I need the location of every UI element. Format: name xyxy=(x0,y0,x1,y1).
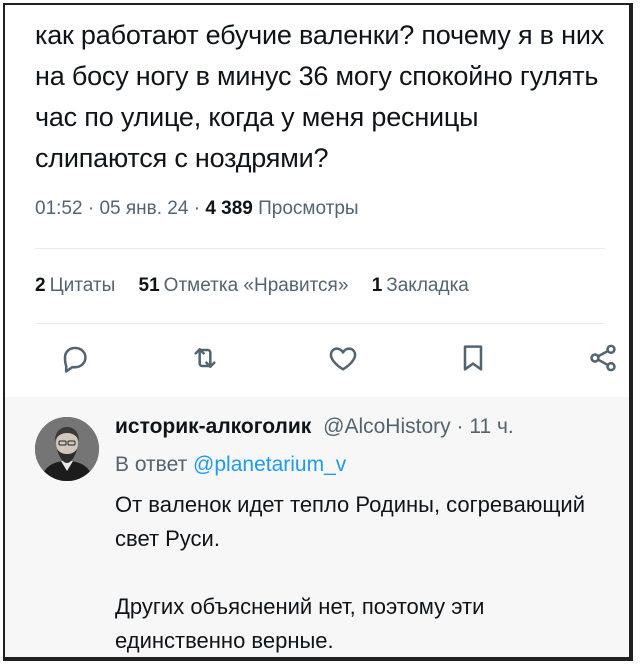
quotes-count: 2 xyxy=(35,275,46,296)
reply-paragraph: Других объяснений нет, поэтому эти единс… xyxy=(115,594,485,653)
share-icon xyxy=(590,344,616,372)
bookmarks-stat[interactable]: 1 Закладка xyxy=(372,275,469,296)
author-portrait-icon xyxy=(35,417,99,481)
reply-to-handle[interactable]: @planetarium_v xyxy=(193,453,346,476)
retweet-button[interactable] xyxy=(189,342,225,378)
bookmark-button[interactable] xyxy=(457,342,493,378)
reply-paragraph: От валенок идет тепло Родины, согревающи… xyxy=(115,492,586,551)
tweet-screenshot-frame: как работают ебучие валенки? почему я в … xyxy=(3,3,633,661)
meta-separator: · xyxy=(87,198,95,219)
tweet-time[interactable]: 01:52 xyxy=(35,198,83,219)
author-name[interactable]: историк-алкоголик xyxy=(115,415,311,438)
author-handle[interactable]: @AlcoHistory xyxy=(323,415,451,438)
share-button[interactable] xyxy=(587,342,623,378)
retweet-icon xyxy=(194,348,216,368)
reply-icon xyxy=(63,346,87,373)
like-button[interactable] xyxy=(327,342,363,378)
reply-button[interactable] xyxy=(59,342,95,378)
bookmark-icon xyxy=(463,345,483,371)
meta-separator: · xyxy=(193,198,201,219)
divider xyxy=(35,248,605,249)
reply-header: историк-алкоголик @AlcoHistory · 11 ч. xyxy=(115,415,514,439)
divider xyxy=(35,323,605,324)
quotes-stat[interactable]: 2 Цитаты xyxy=(35,275,115,296)
reply-to-line: В ответ @planetarium_v xyxy=(115,453,346,477)
likes-count: 51 xyxy=(138,275,160,296)
tweet-date[interactable]: 05 янв. 24 xyxy=(99,198,188,219)
bookmarks-count: 1 xyxy=(371,275,383,296)
like-icon xyxy=(329,347,357,371)
views-count: 4 389 xyxy=(205,198,253,219)
reply-time[interactable]: 11 ч. xyxy=(469,415,513,438)
header-separator: · xyxy=(456,415,464,438)
likes-stat[interactable]: 51 Отметка «Нравится» xyxy=(139,275,349,296)
reply-to-prefix: В ответ xyxy=(115,453,188,476)
bookmarks-label: Закладка xyxy=(386,275,469,296)
tweet-meta: 01:52 · 05 янв. 24 · 4 389 Просмотры xyxy=(35,198,359,220)
tweet-text: как работают ебучие валенки? почему я в … xyxy=(35,20,605,173)
tweet-stats: 2 Цитаты 51 Отметка «Нравится» 1 Закладка xyxy=(35,275,487,297)
action-bar xyxy=(59,342,619,378)
reply-text: От валенок идет тепло Родины, согревающи… xyxy=(115,488,615,657)
avatar[interactable] xyxy=(35,417,99,481)
quotes-label: Цитаты xyxy=(49,275,116,296)
likes-label: Отметка «Нравится» xyxy=(163,275,349,296)
views-label: Просмотры xyxy=(258,198,359,219)
